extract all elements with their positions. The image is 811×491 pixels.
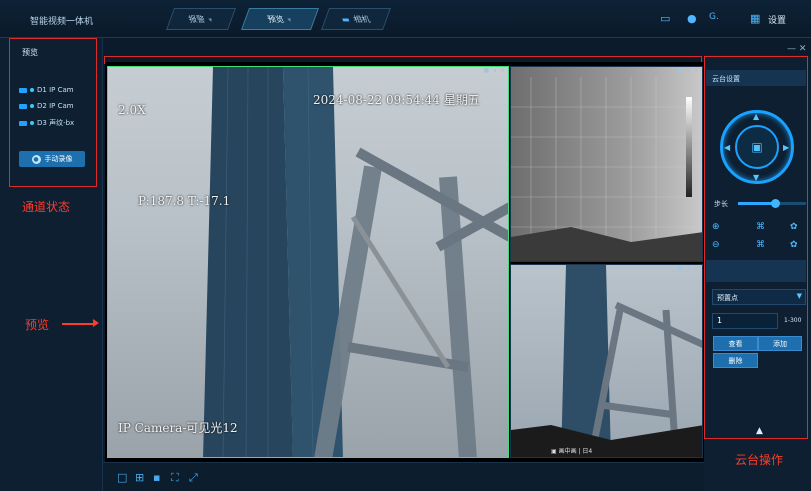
save-icon[interactable]: ▪ xyxy=(153,471,160,484)
grid-icon[interactable]: ▦ xyxy=(750,12,760,25)
layout-1-icon[interactable]: □ xyxy=(117,471,127,484)
step-slider[interactable] xyxy=(738,199,806,208)
camera-osd-name: IP Camera-可见光12 xyxy=(118,421,238,435)
camera-item-d2[interactable]: D2 IP Cam xyxy=(19,102,74,110)
status-dot xyxy=(30,104,34,108)
video-tile-thermal[interactable]: ■ ◂ ✕ xyxy=(510,66,703,262)
preset-add-button[interactable]: 添加 xyxy=(758,336,802,351)
tile-caption: ▣ 画中画 | 日4 xyxy=(551,448,593,455)
fullscreen-icon[interactable]: ⤢ xyxy=(189,471,198,485)
fit-icon[interactable]: ⛶ xyxy=(171,471,179,485)
close-icon[interactable]: ▾ xyxy=(287,15,293,23)
annotation-preview: 预览 xyxy=(25,318,50,332)
zoom-in-icon[interactable]: ⊕ xyxy=(712,222,720,232)
camera-icon xyxy=(19,87,27,93)
preset-view-button[interactable]: 查看 xyxy=(713,336,758,351)
ptz-left-icon[interactable]: ◀ xyxy=(724,143,730,152)
step-label: 步长 xyxy=(714,200,728,208)
settings-label[interactable]: 设置 xyxy=(768,13,786,26)
ptz-home-icon: ▣ xyxy=(751,140,763,154)
zoom-out-icon[interactable]: ⊖ xyxy=(712,240,720,250)
preset-type-select[interactable]: 预置点 ▼ xyxy=(712,289,806,305)
theme-icon[interactable]: G. xyxy=(709,12,719,22)
camera-icon: ▬ xyxy=(340,14,352,24)
preset-delete-button[interactable]: 删除 xyxy=(713,353,758,368)
annotation-arrow xyxy=(62,323,96,325)
app-title: 智能视频一体机 xyxy=(30,17,94,27)
video-tile-main[interactable]: ■ ◂ ✕ 2.0X 2024-08-22 09:54:44 星期五 P:187… xyxy=(107,66,509,458)
focus-near-icon[interactable]: ⌘ xyxy=(756,222,765,232)
video-timestamp: 2024-08-22 09:54:44 星期五 xyxy=(313,93,480,107)
video-tile-3[interactable]: ■ ◂ ✕ ▣ 画中画 | 日4 xyxy=(510,264,703,458)
manual-record-button[interactable]: ● 手动录像 xyxy=(19,151,85,167)
annotation-arrowhead xyxy=(93,319,99,327)
camera-item-d3[interactable]: D3 声纹-bx xyxy=(19,118,74,128)
camera-item-d1[interactable]: D1 IP Cam xyxy=(19,86,74,94)
focus-far-icon[interactable]: ⌘ xyxy=(756,240,765,250)
iris-close-icon[interactable]: ✿ xyxy=(790,240,798,250)
monitor-icon[interactable]: ▭ xyxy=(660,12,670,25)
tab-preview[interactable]: 预览 ▾ xyxy=(240,8,320,30)
camera-icon xyxy=(19,103,27,109)
collapse-up-icon[interactable]: ▲ xyxy=(756,426,763,436)
ptz-title: 云台设置 xyxy=(706,70,806,86)
status-dot xyxy=(30,88,34,92)
thermal-image xyxy=(511,77,702,261)
layout-4-icon[interactable]: ⊞ xyxy=(135,471,144,484)
chevron-down-icon: ▼ xyxy=(796,292,802,300)
zoom-level: 2.0X xyxy=(118,103,146,117)
status-dot xyxy=(30,121,34,125)
camera-icon xyxy=(19,120,27,126)
user-icon[interactable]: ● xyxy=(687,12,697,25)
annotation-ptz: 云台操作 xyxy=(735,453,784,467)
ptz-readout: P:187.8 T:-17.1 xyxy=(138,194,231,208)
annotation-channel-status: 通道状态 xyxy=(22,200,71,214)
record-icon: ● xyxy=(31,154,41,164)
tab-alarm[interactable]: 报警 ▾ xyxy=(165,8,237,30)
ptz-right-icon[interactable]: ▶ xyxy=(783,143,789,152)
ptz-up-icon[interactable]: ▲ xyxy=(753,112,759,121)
ptz-down-icon[interactable]: ▼ xyxy=(753,173,759,182)
close-icon[interactable]: ▾ xyxy=(208,15,214,23)
ptz-center-button[interactable]: ▣ xyxy=(735,125,779,169)
tab-camera[interactable]: ▬ 相机 xyxy=(320,8,392,30)
scene-image-3 xyxy=(511,265,702,457)
preset-number-input[interactable]: 1 xyxy=(712,313,778,329)
preset-range: 1-300 xyxy=(784,317,802,324)
preset-header xyxy=(706,260,806,282)
top-bar: 智能视频一体机 报警 ▾ 预览 ▾ ▬ 相机 ▭ ● G. ▦ 设置 xyxy=(0,0,811,38)
iris-open-icon[interactable]: ✿ xyxy=(790,222,798,232)
video-grid: ■ ◂ ✕ 2.0X 2024-08-22 09:54:44 星期五 P:187… xyxy=(105,62,705,462)
app-root: { "app": {"title": "智能视频一体机", "settings_… xyxy=(0,0,811,491)
minimize-icon[interactable]: — ✕ xyxy=(787,44,806,54)
scene-image xyxy=(203,67,508,457)
